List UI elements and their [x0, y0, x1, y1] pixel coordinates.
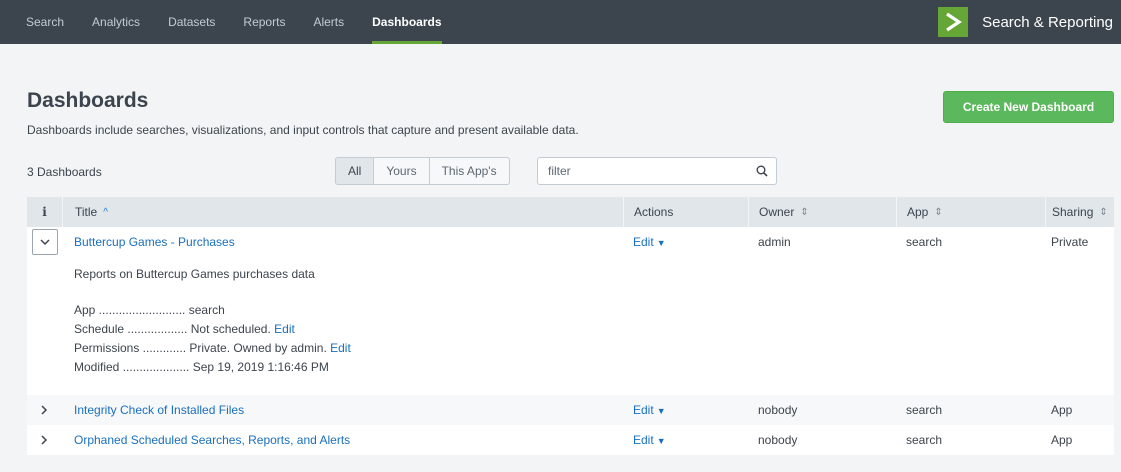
nav-item-reports[interactable]: Reports	[229, 0, 299, 44]
edit-menu-button[interactable]: Edit ▼	[633, 235, 666, 249]
detail-permissions: Permissions ............. Private. Owned…	[74, 341, 351, 355]
sort-asc-icon: ^	[103, 206, 108, 218]
sort-icon: ⇕	[800, 206, 809, 218]
owner-cell: nobody	[758, 403, 798, 417]
header-sharing-label: Sharing	[1052, 205, 1094, 219]
header-app[interactable]: App ⇕	[896, 197, 1045, 227]
expand-row-button[interactable]	[37, 432, 53, 448]
ownership-filter-tabs: All Yours This App's	[335, 157, 510, 185]
detail-modified: Modified .................... Sep 19, 20…	[74, 360, 329, 374]
detail-schedule: Schedule .................. Not schedule…	[74, 322, 295, 336]
header-owner-label: Owner	[759, 205, 795, 219]
dashboard-description: Reports on Buttercup Games purchases dat…	[74, 267, 315, 281]
dashboard-title-link[interactable]: Buttercup Games - Purchases	[74, 235, 235, 249]
app-cell: search	[906, 433, 943, 447]
dashboard-count: 3 Dashboards	[27, 165, 102, 179]
page-title: Dashboards	[27, 89, 149, 112]
dashboard-title-link[interactable]: Orphaned Scheduled Searches, Reports, an…	[74, 433, 350, 447]
expand-row-button[interactable]	[37, 402, 53, 418]
filter-tab-this-app[interactable]: This App's	[430, 158, 509, 184]
sort-icon: ⇕	[1099, 206, 1108, 218]
nav-item-analytics[interactable]: Analytics	[78, 0, 154, 44]
header-sharing[interactable]: Sharing ⇕	[1045, 197, 1114, 227]
dashboards-table: i Title ^ Actions Owner ⇕ App ⇕ Sharing …	[27, 197, 1114, 455]
app-logo-icon	[938, 7, 969, 37]
detail-app: App .......................... search	[74, 303, 225, 317]
header-app-label: App	[907, 205, 929, 219]
sort-icon: ⇕	[934, 206, 943, 218]
nav-item-alerts[interactable]: Alerts	[299, 0, 358, 44]
caret-down-icon: ▼	[656, 406, 666, 416]
top-nav-bar: Search Analytics Datasets Reports Alerts…	[0, 0, 1121, 44]
chevron-right-icon	[41, 405, 48, 415]
sharing-cell: App	[1051, 403, 1073, 417]
page-description: Dashboards include searches, visualizati…	[27, 123, 579, 137]
header-title-label: Title	[75, 205, 98, 219]
chevron-right-icon	[41, 435, 48, 445]
app-brand[interactable]: Search & Reporting	[938, 0, 1113, 44]
header-owner[interactable]: Owner ⇕	[748, 197, 896, 227]
filter-box	[537, 157, 777, 185]
app-name: Search & Reporting	[982, 13, 1113, 31]
caret-down-icon: ▼	[656, 238, 666, 248]
header-actions: Actions	[623, 197, 748, 227]
filter-input[interactable]	[538, 159, 748, 183]
table-row: Buttercup Games - Purchases Edit ▼ admin …	[27, 227, 1114, 257]
header-title[interactable]: Title ^	[62, 197, 623, 227]
filter-tab-yours[interactable]: Yours	[374, 158, 430, 184]
app-cell: search	[906, 235, 943, 249]
app-nav: Search Analytics Datasets Reports Alerts…	[0, 0, 456, 44]
filter-tab-all[interactable]: All	[336, 158, 375, 184]
nav-item-dashboards[interactable]: Dashboards	[358, 0, 455, 44]
sharing-cell: App	[1051, 433, 1073, 447]
dashboard-title-link[interactable]: Integrity Check of Installed Files	[74, 403, 244, 417]
edit-menu-button[interactable]: Edit ▼	[633, 403, 666, 417]
nav-item-datasets[interactable]: Datasets	[154, 0, 229, 44]
table-header: i Title ^ Actions Owner ⇕ App ⇕ Sharing …	[27, 197, 1114, 227]
nav-item-search[interactable]: Search	[12, 0, 78, 44]
row-details: Reports on Buttercup Games purchases dat…	[27, 257, 1114, 395]
search-icon[interactable]	[748, 165, 776, 177]
app-cell: search	[906, 403, 943, 417]
collapse-row-button[interactable]	[31, 229, 58, 255]
edit-permissions-link[interactable]: Edit	[330, 341, 351, 355]
table-row: Integrity Check of Installed Files Edit ▼…	[27, 395, 1114, 425]
edit-menu-button[interactable]: Edit ▼	[633, 433, 666, 447]
edit-schedule-link[interactable]: Edit	[274, 322, 295, 336]
owner-cell: nobody	[758, 433, 798, 447]
header-info: i	[42, 205, 47, 219]
caret-down-icon: ▼	[656, 436, 666, 446]
chevron-down-icon	[39, 238, 50, 245]
owner-cell: admin	[758, 235, 791, 249]
create-new-dashboard-button[interactable]: Create New Dashboard	[943, 91, 1114, 123]
sharing-cell: Private	[1051, 235, 1089, 249]
table-row: Orphaned Scheduled Searches, Reports, an…	[27, 425, 1114, 455]
